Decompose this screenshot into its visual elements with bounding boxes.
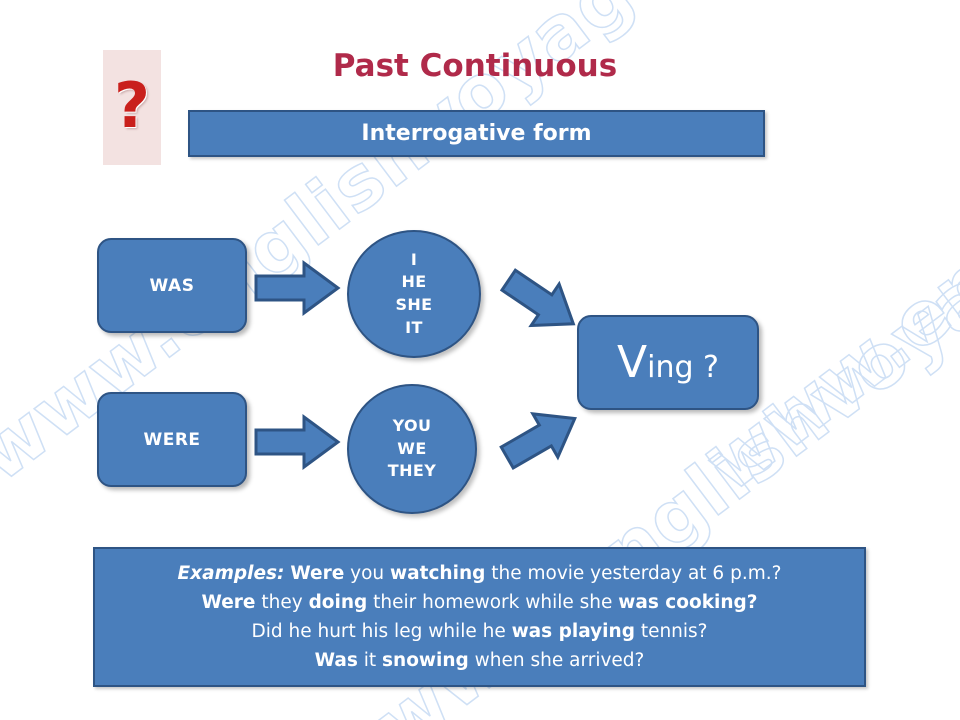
pronoun-word: I xyxy=(410,249,418,269)
pronoun-ellipse-singular: I HE SHE IT xyxy=(347,230,481,358)
pronoun-word: SHE xyxy=(395,295,433,314)
pronoun-ellipse-plural: YOU WE THEY xyxy=(347,384,477,514)
question-mark-badge: ? xyxy=(103,50,161,165)
arrow-plural-to-ving xyxy=(499,412,577,470)
example-line: Did he hurt his leg while he was playing… xyxy=(251,621,708,642)
aux-box-were-label: WERE xyxy=(143,429,201,450)
pronoun-word: YOU xyxy=(392,415,432,435)
example-line: Were they doing their homework while she… xyxy=(201,591,758,613)
question-mark-icon: ? xyxy=(114,68,150,142)
banner-label: Interrogative form xyxy=(361,121,592,146)
result-box-ving: Ving ? xyxy=(577,315,759,410)
pronoun-word: WE xyxy=(397,438,427,458)
pronoun-word: IT xyxy=(405,317,423,337)
slide-canvas: www.englishvoyage.com www.englishvoyage.… xyxy=(0,0,960,720)
arrow-singular-to-ving xyxy=(499,268,576,328)
example-line: Examples: Were you watching the movie ye… xyxy=(177,562,782,584)
aux-box-was-label: WAS xyxy=(149,275,195,296)
pronoun-word: THEY xyxy=(387,461,437,481)
examples-box: Examples: Were you watching the movie ye… xyxy=(93,547,866,687)
aux-box-was: WAS xyxy=(97,238,247,333)
ving-label: Ving ? xyxy=(617,336,719,388)
pronoun-word: HE xyxy=(401,272,427,292)
ving-suffix: ing ? xyxy=(647,349,719,385)
aux-box-were: WERE xyxy=(97,392,247,487)
example-line: Was it snowing when she arrived? xyxy=(314,650,645,672)
page-title: Past Continuous xyxy=(332,48,618,84)
arrow-was-to-singular xyxy=(254,260,341,316)
ving-verb-letter: V xyxy=(617,336,648,388)
arrow-were-to-plural xyxy=(254,414,341,470)
interrogative-form-banner: Interrogative form xyxy=(188,110,765,157)
